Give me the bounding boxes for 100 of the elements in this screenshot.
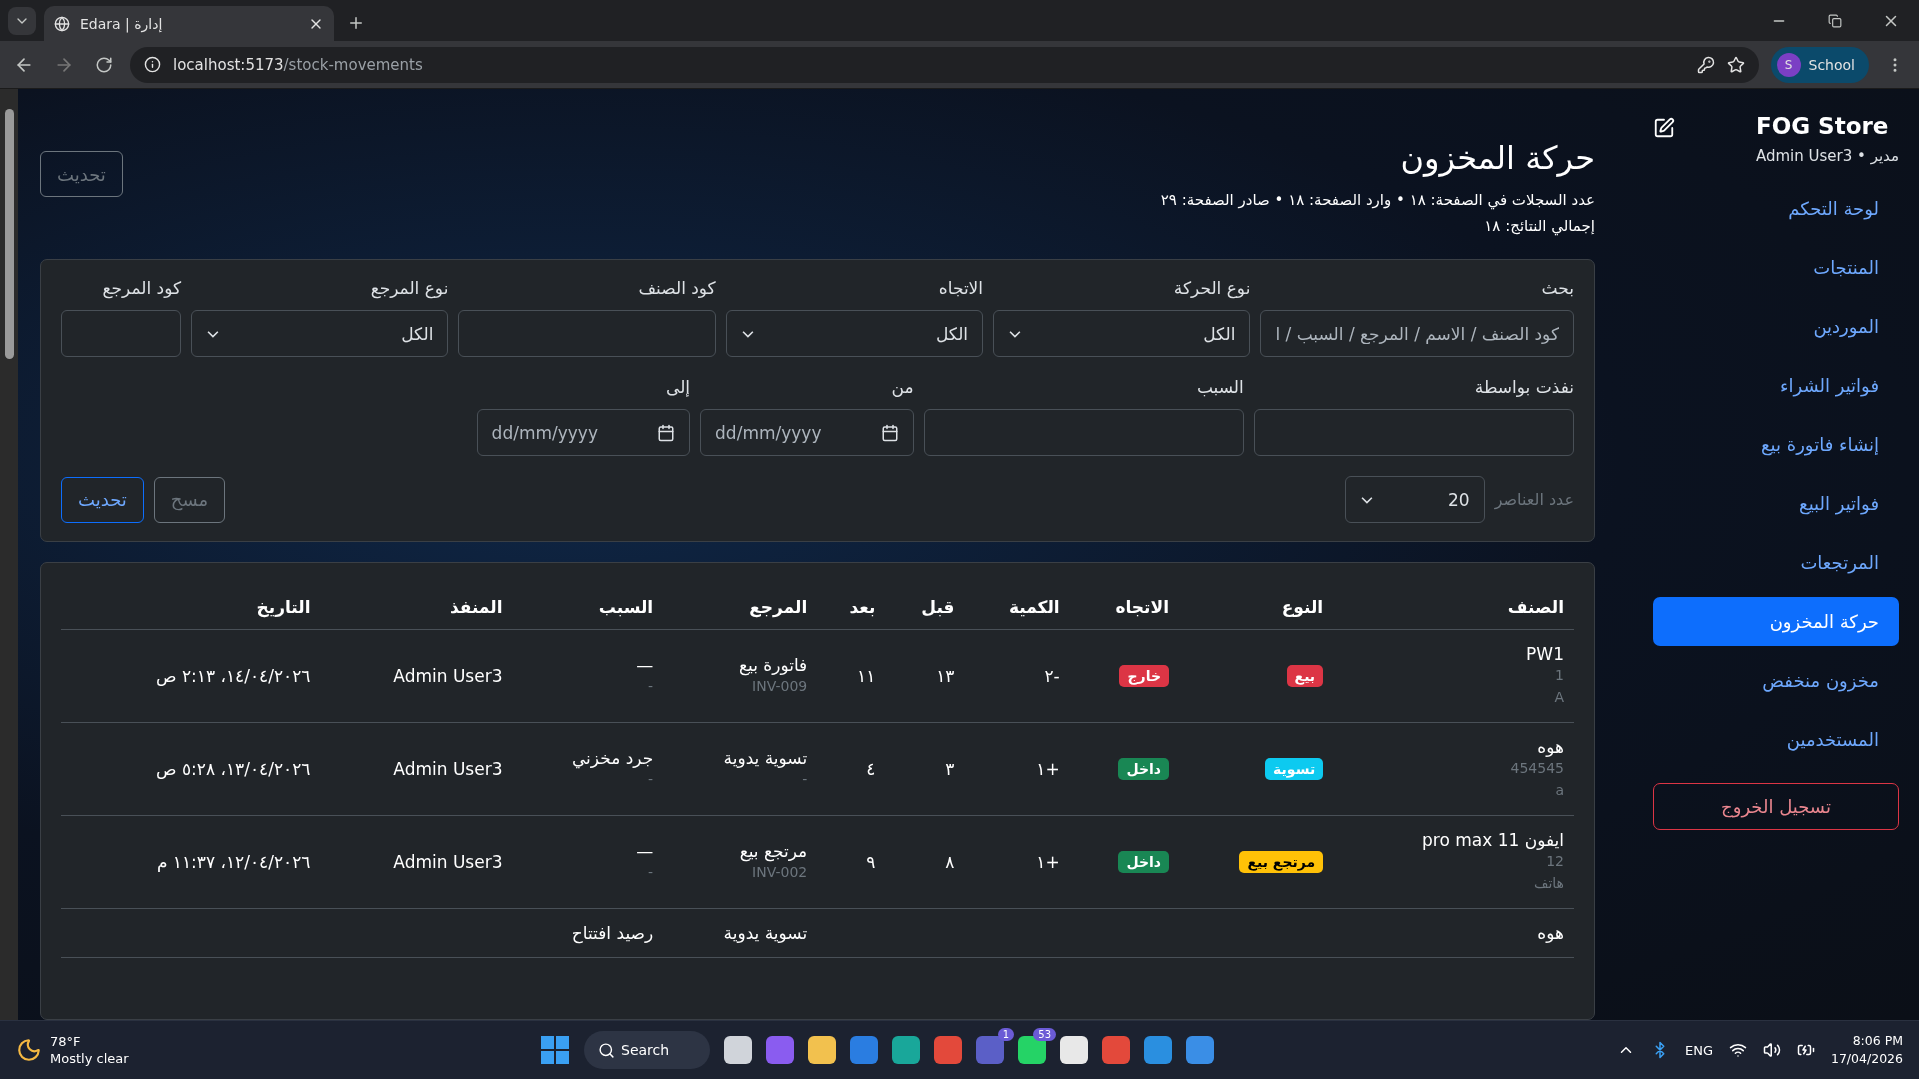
after-quantity: ٩ xyxy=(866,852,876,872)
input-field[interactable] xyxy=(61,310,182,357)
column-header: الصنف xyxy=(1333,579,1574,630)
select-field[interactable]: الكل xyxy=(993,310,1251,357)
app-icon[interactable] xyxy=(892,1036,920,1064)
refresh-button[interactable]: تحديث xyxy=(40,151,123,197)
input-field[interactable] xyxy=(923,409,1244,456)
column-header: قبل xyxy=(885,579,965,630)
info-icon xyxy=(144,56,161,73)
sidebar-item[interactable]: مخزون منخفض xyxy=(1653,656,1899,705)
reason: — xyxy=(635,841,654,861)
app-icon[interactable] xyxy=(1018,1036,1046,1064)
star-icon[interactable] xyxy=(1726,55,1745,74)
sidebar-item[interactable]: حركة المخزون xyxy=(1653,597,1899,646)
sidebar-item[interactable]: المستخدمين xyxy=(1653,715,1899,764)
clock-date[interactable]: 17/04/2026 xyxy=(1830,1050,1903,1068)
address-bar[interactable]: localhost:5173/stock-movements xyxy=(130,46,1759,83)
sidebar-item[interactable]: المرتجعات xyxy=(1653,538,1899,587)
moon-icon xyxy=(16,1037,42,1063)
field-label: كود المرجع xyxy=(101,278,182,298)
column-header: الكمية xyxy=(964,579,1070,630)
sidebar-item[interactable]: فواتير البيع xyxy=(1653,479,1899,528)
temperature: 78°F xyxy=(50,1033,82,1050)
field-label: نوع المرجع xyxy=(369,278,449,298)
item-name: هوه xyxy=(1536,923,1564,943)
sidebar-item[interactable]: المنتجات xyxy=(1653,243,1899,292)
reference-number: INV-009 xyxy=(751,677,808,696)
item-category: A xyxy=(1553,688,1564,707)
column-header: المرجع xyxy=(663,579,818,630)
reason: رصيد افتتاح xyxy=(570,923,654,943)
refresh-button[interactable]: تحديث xyxy=(61,476,144,523)
before-quantity: ٨ xyxy=(945,852,955,872)
input-field[interactable] xyxy=(1253,409,1574,456)
reason: جرد مخزني xyxy=(570,748,654,768)
user-name: مدير • Admin User3 xyxy=(1755,147,1899,165)
chevron-down-icon xyxy=(206,329,220,338)
calendar-icon xyxy=(880,423,899,442)
language-indicator[interactable]: ENG xyxy=(1684,1042,1713,1058)
field-label: نوع الحركة xyxy=(1172,278,1251,298)
sidebar-item[interactable]: لوحة التحكم xyxy=(1653,184,1899,233)
tab-list-button[interactable] xyxy=(8,7,36,35)
input-field[interactable] xyxy=(458,310,716,357)
clock-time[interactable]: 8:06 PM xyxy=(1830,1032,1903,1050)
after-quantity: ١١ xyxy=(857,666,876,686)
field-label: نفذت بواسطة xyxy=(1473,377,1574,397)
taskbar-search[interactable]: Search xyxy=(584,1031,710,1069)
sidebar-item[interactable]: فواتير الشراء xyxy=(1653,361,1899,410)
total-results: إجمالي النتائج: ١٨ xyxy=(1483,216,1595,238)
reference: مرتجع بيع xyxy=(738,841,808,861)
item-category: هاتف xyxy=(1532,874,1564,893)
key-icon[interactable] xyxy=(1696,55,1715,74)
logout-button[interactable]: تسجيل الخروج xyxy=(1653,783,1899,830)
profile-button[interactable]: S School xyxy=(1770,46,1869,83)
reload-icon[interactable] xyxy=(95,55,113,74)
reference-number: INV-002 xyxy=(751,863,808,882)
new-tab-icon[interactable] xyxy=(347,14,365,32)
field-label: كود الصنف xyxy=(637,278,716,298)
column-header: المنفذ xyxy=(320,579,513,630)
date: ١٣/٠٤/٢٠٢٦، ٥:٢٨ ص xyxy=(156,759,311,779)
item-code: 1 xyxy=(1554,666,1564,685)
reason: — xyxy=(635,655,654,675)
chevron-down-icon xyxy=(1359,495,1373,504)
field-label: من xyxy=(890,377,914,397)
restore-icon[interactable] xyxy=(1828,13,1842,28)
date: ١٤/٠٤/٢٠٢٦، ٢:١٣ ص xyxy=(156,666,311,686)
page-title: حركة المخزون xyxy=(1399,139,1595,177)
executed-by: Admin User3 xyxy=(393,666,503,686)
app-icon[interactable] xyxy=(724,1036,752,1064)
page-stats: عدد السجلات في الصفحة: ١٨ • وارد الصفحة: ١٨ • صادر الصفحة: ٢٩ xyxy=(1160,190,1595,212)
select-field[interactable]: الكل xyxy=(725,310,984,357)
quantity: -٢ xyxy=(1044,666,1060,686)
executed-by: Admin User3 xyxy=(393,759,503,779)
store-name: FOG Store xyxy=(1755,113,1890,139)
field-label: الاتجاه xyxy=(937,278,984,298)
scrollbar[interactable] xyxy=(0,89,18,1020)
executed-by: Admin User3 xyxy=(393,852,503,872)
wifi-icon[interactable] xyxy=(1728,1041,1747,1059)
volume-icon[interactable] xyxy=(1762,1041,1781,1059)
sidebar-item[interactable]: إنشاء فاتورة بيع xyxy=(1653,420,1899,469)
before-quantity: ١٣ xyxy=(936,666,955,686)
browser-tab[interactable]: Edara | إدارة xyxy=(44,6,334,41)
direction-badge: داخل xyxy=(1118,851,1169,873)
field-label: إلى xyxy=(665,377,691,397)
input-field[interactable]: كود الصنف / الاسم / المرجع / السبب / ا xyxy=(1260,310,1574,357)
select-field[interactable]: الكل xyxy=(191,310,449,357)
sidebar-item[interactable]: الموردين xyxy=(1653,302,1899,351)
field-label: بحث xyxy=(1540,278,1574,298)
before-quantity: ٣ xyxy=(945,759,955,779)
date-field[interactable]: dd/mm/yyyy xyxy=(476,409,691,456)
item-name: PW1 xyxy=(1525,644,1564,664)
column-header: النوع xyxy=(1179,579,1334,630)
direction-badge: خارج xyxy=(1119,665,1169,687)
page-size-label: عدد العناصر xyxy=(1494,490,1574,509)
item-name: هوه xyxy=(1536,737,1564,757)
edit-icon[interactable] xyxy=(1653,117,1675,139)
column-header: الاتجاه xyxy=(1069,579,1179,630)
start-icon[interactable] xyxy=(540,1035,570,1065)
page-size-select[interactable]: 20 xyxy=(1344,476,1485,523)
date-field[interactable]: dd/mm/yyyy xyxy=(700,409,914,456)
app-icon[interactable] xyxy=(1060,1036,1088,1064)
